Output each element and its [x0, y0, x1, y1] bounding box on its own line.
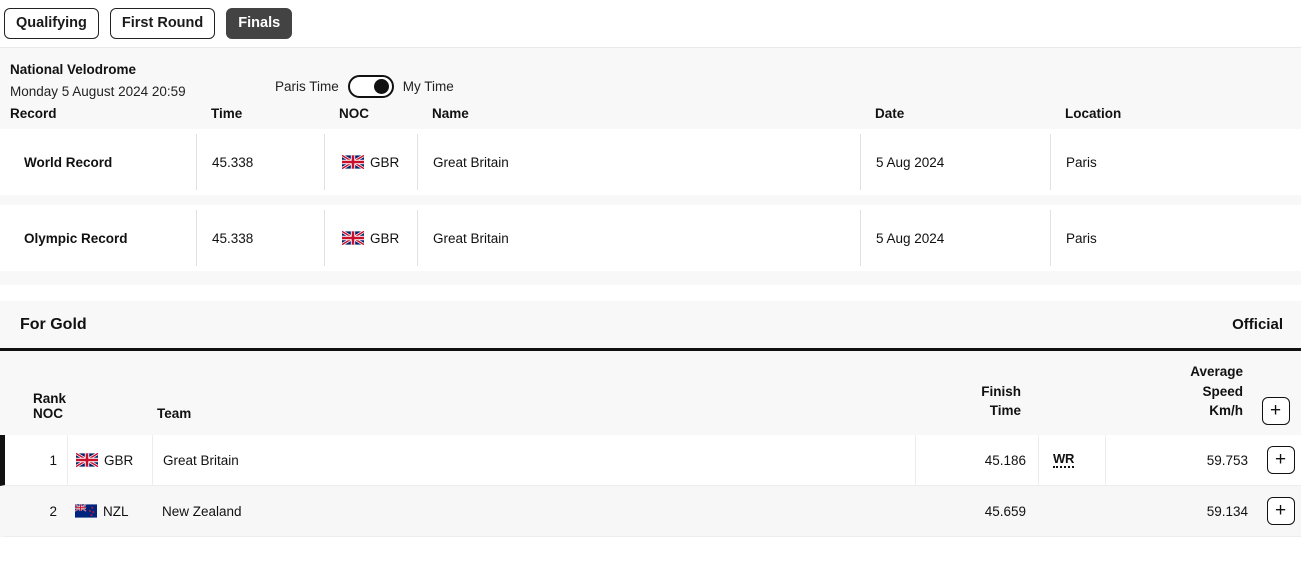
- record-location: Paris: [1050, 210, 1301, 266]
- speed-line-1: Average: [1190, 364, 1243, 380]
- expand-row-button[interactable]: +: [1266, 497, 1295, 525]
- result-rank: 1: [49, 452, 57, 468]
- plus-icon: +: [1269, 399, 1282, 421]
- record-holder-name: Great Britain: [417, 134, 860, 190]
- expand-row-button[interactable]: +: [1266, 446, 1295, 474]
- record-label: Olympic Record: [24, 230, 128, 246]
- record-time: 45.338: [196, 134, 324, 190]
- finish-time-line-1: Finish: [981, 383, 1021, 399]
- records-header-row: Record Time NOC Name Date Location: [0, 100, 1301, 129]
- column-header-finish-time: Finish Time: [910, 382, 1033, 421]
- records-table: Record Time NOC Name Date Location World…: [0, 100, 1301, 285]
- time-zone-switch[interactable]: [347, 75, 394, 98]
- my-time-label: My Time: [402, 79, 454, 94]
- column-header-time: Time: [211, 106, 243, 121]
- table-row[interactable]: 2 NZL New Zealand 45.659 59.134 +: [0, 486, 1301, 537]
- column-header-rank-noc: Rank NOC: [33, 391, 67, 421]
- result-average-speed: 59.134: [1206, 503, 1248, 519]
- record-time: 45.338: [196, 210, 324, 266]
- paris-time-label: Paris Time: [275, 79, 339, 94]
- nzl-flag-icon: [75, 504, 97, 518]
- result-noc-code: NZL: [103, 503, 129, 519]
- column-header-name: Name: [432, 106, 469, 121]
- results-table: Rank NOC Team Finish Time Average Speed …: [0, 351, 1301, 537]
- result-rank: 2: [49, 503, 57, 519]
- heat-header: For Gold Official: [0, 301, 1301, 351]
- result-noc-code: GBR: [104, 452, 134, 468]
- results-header-row: Rank NOC Team Finish Time Average Speed …: [0, 351, 1301, 435]
- table-row[interactable]: Olympic Record 45.338 GBR Great Britain …: [0, 205, 1301, 271]
- tab-finals[interactable]: Finals: [226, 7, 293, 40]
- round-tab-bar: Qualifying First Round Finals: [0, 0, 1301, 48]
- section-gap: [0, 285, 1301, 301]
- column-header-team: Team: [157, 406, 192, 421]
- heat-title: For Gold: [20, 315, 87, 333]
- status-badge: Official: [1232, 316, 1283, 333]
- gbr-flag-icon: [342, 155, 364, 169]
- column-header-average-speed: Average Speed Km/h: [1100, 362, 1255, 421]
- column-header-record: Record: [10, 106, 57, 121]
- tab-first-round[interactable]: First Round: [109, 7, 216, 40]
- finish-time-line-2: Time: [989, 403, 1021, 419]
- column-header-location: Location: [1065, 106, 1122, 121]
- venue-name: National Velodrome: [10, 62, 137, 77]
- venue-header: National Velodrome Monday 5 August 2024 …: [0, 48, 1301, 100]
- result-finish-time: 45.186: [915, 435, 1038, 485]
- record-label: World Record: [24, 154, 113, 170]
- time-zone-toggle-group: Paris Time My Time: [275, 75, 454, 98]
- result-finish-time: 45.659: [984, 503, 1026, 519]
- plus-icon: +: [1274, 499, 1287, 521]
- world-record-badge: WR: [1053, 451, 1074, 469]
- record-date: 5 Aug 2024: [860, 210, 1050, 266]
- result-team: New Zealand: [162, 503, 242, 519]
- column-header-noc: NOC: [339, 106, 369, 121]
- result-team: Great Britain: [152, 435, 915, 485]
- switch-knob: [373, 79, 389, 94]
- gbr-flag-icon: [76, 453, 98, 467]
- column-header-date: Date: [875, 106, 905, 121]
- record-location: Paris: [1050, 134, 1301, 190]
- plus-icon: +: [1274, 448, 1287, 470]
- record-holder-name: Great Britain: [417, 210, 860, 266]
- tab-qualifying[interactable]: Qualifying: [4, 7, 99, 40]
- expand-all-button[interactable]: +: [1261, 397, 1290, 425]
- record-noc-code: GBR: [370, 154, 400, 170]
- gbr-flag-icon: [342, 231, 364, 245]
- venue-datetime: Monday 5 August 2024 20:59: [10, 83, 186, 99]
- record-date: 5 Aug 2024: [860, 134, 1050, 190]
- table-row[interactable]: 1 GBR Great Britain 45.186 WR 59.753 +: [0, 435, 1301, 486]
- speed-line-3: Km/h: [1209, 403, 1243, 419]
- result-average-speed: 59.753: [1105, 435, 1260, 485]
- table-row[interactable]: World Record 45.338 GBR Great Britain 5 …: [0, 129, 1301, 195]
- speed-line-2: Speed: [1202, 383, 1243, 399]
- record-noc-code: GBR: [370, 230, 400, 246]
